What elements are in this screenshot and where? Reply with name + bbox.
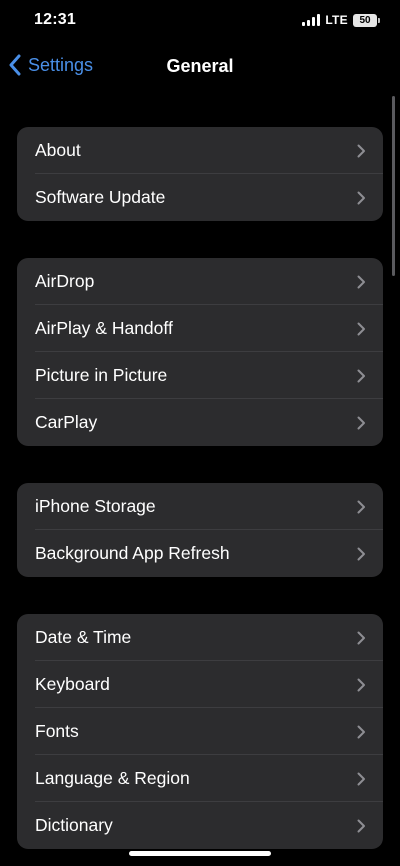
row-label: Dictionary <box>35 815 113 835</box>
row-fonts[interactable]: Fonts <box>17 708 383 755</box>
row-carplay[interactable]: CarPlay <box>17 399 383 446</box>
chevron-right-icon <box>357 144 365 158</box>
row-label: Fonts <box>35 721 79 741</box>
settings-group-1: About Software Update <box>17 127 383 221</box>
chevron-right-icon <box>357 547 365 561</box>
settings-group-2: AirDrop AirPlay & Handoff Picture in Pic… <box>17 258 383 446</box>
chevron-right-icon <box>357 631 365 645</box>
row-label: AirPlay & Handoff <box>35 318 173 338</box>
battery-icon: 50 <box>353 13 380 27</box>
settings-group-4: Date & Time Keyboard Fonts Language & Re… <box>17 614 383 849</box>
row-iphone-storage[interactable]: iPhone Storage <box>17 483 383 530</box>
row-keyboard[interactable]: Keyboard <box>17 661 383 708</box>
row-label: AirDrop <box>35 271 95 291</box>
row-picture-in-picture[interactable]: Picture in Picture <box>17 352 383 399</box>
status-indicators: LTE 50 <box>302 13 380 27</box>
settings-group-3: iPhone Storage Background App Refresh <box>17 483 383 577</box>
chevron-right-icon <box>357 819 365 833</box>
chevron-right-icon <box>357 369 365 383</box>
row-dictionary[interactable]: Dictionary <box>17 802 383 849</box>
row-software-update[interactable]: Software Update <box>17 174 383 221</box>
status-bar: 12:31 LTE 50 <box>0 0 400 44</box>
row-label: Language & Region <box>35 768 190 788</box>
row-label: About <box>35 140 81 160</box>
row-label: CarPlay <box>35 412 98 432</box>
row-label: Date & Time <box>35 627 132 647</box>
home-indicator[interactable] <box>129 851 271 856</box>
row-date-time[interactable]: Date & Time <box>17 614 383 661</box>
row-about[interactable]: About <box>17 127 383 174</box>
cellular-signal-icon <box>302 14 321 26</box>
scroll-indicator[interactable] <box>392 96 395 276</box>
battery-level: 50 <box>359 14 371 26</box>
page-title: General <box>166 56 234 76</box>
chevron-right-icon <box>357 191 365 205</box>
chevron-right-icon <box>357 725 365 739</box>
screen: 12:31 LTE 50 Settings General About Soft… <box>0 0 400 866</box>
row-label: Background App Refresh <box>35 543 230 563</box>
row-label: Software Update <box>35 187 166 207</box>
status-time: 12:31 <box>34 11 76 28</box>
network-type: LTE <box>325 13 348 27</box>
chevron-right-icon <box>357 678 365 692</box>
row-background-app-refresh[interactable]: Background App Refresh <box>17 530 383 577</box>
row-language-region[interactable]: Language & Region <box>17 755 383 802</box>
chevron-right-icon <box>357 772 365 786</box>
chevron-right-icon <box>357 275 365 289</box>
row-airplay-handoff[interactable]: AirPlay & Handoff <box>17 305 383 352</box>
chevron-right-icon <box>357 500 365 514</box>
row-label: Picture in Picture <box>35 365 168 385</box>
navigation-bar: Settings General <box>0 44 400 88</box>
chevron-right-icon <box>357 322 365 336</box>
row-airdrop[interactable]: AirDrop <box>17 258 383 305</box>
row-label: Keyboard <box>35 674 110 694</box>
row-label: iPhone Storage <box>35 496 156 516</box>
chevron-right-icon <box>357 416 365 430</box>
